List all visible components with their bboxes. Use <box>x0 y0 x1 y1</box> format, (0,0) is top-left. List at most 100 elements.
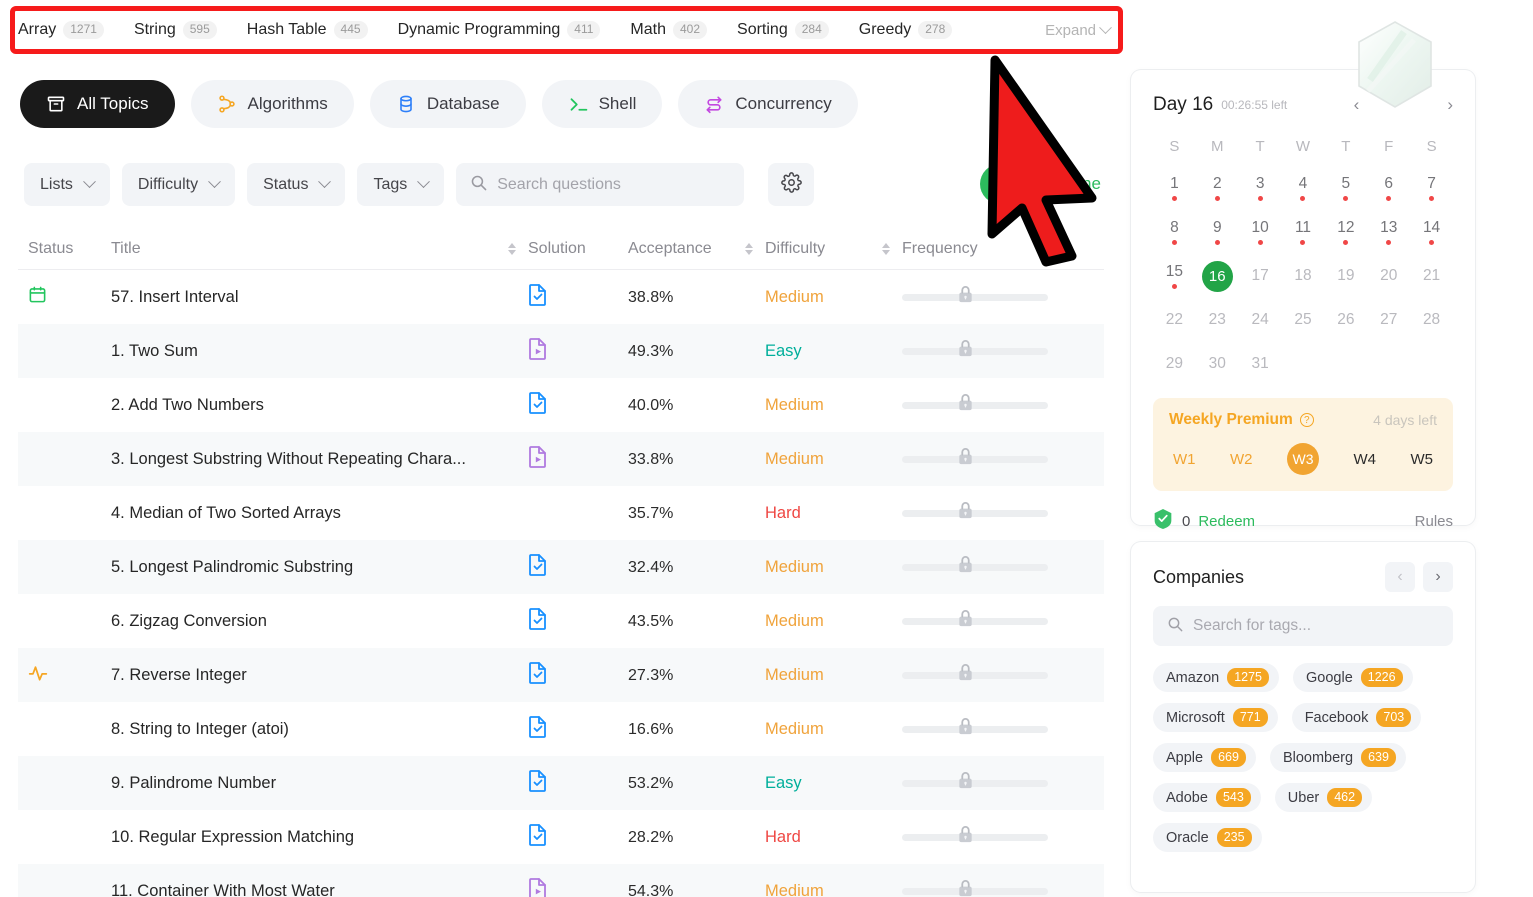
table-row[interactable]: 3. Longest Substring Without Repeating C… <box>18 432 1104 486</box>
company-search-box[interactable] <box>1153 606 1453 646</box>
calendar-day-cell[interactable]: 31 <box>1239 344 1282 384</box>
topic-tag[interactable]: Dynamic Programming 411 <box>398 18 615 42</box>
frequency-bar-locked[interactable] <box>902 340 1048 357</box>
rules-link[interactable]: Rules <box>1415 513 1453 530</box>
companies-next-button[interactable]: › <box>1423 562 1453 592</box>
table-row[interactable]: 7. Reverse Integer 27.3% Medium <box>18 648 1104 702</box>
frequency-bar-locked[interactable] <box>902 718 1048 735</box>
redeem-link[interactable]: Redeem <box>1198 513 1255 530</box>
company-tag[interactable]: Apple 669 <box>1153 743 1256 772</box>
pick-one-button[interactable]: Pick One <box>980 164 1101 204</box>
calendar-day-cell[interactable]: 25 <box>1282 300 1325 340</box>
table-row[interactable]: 9. Palindrome Number 53.2% Easy <box>18 756 1104 810</box>
calendar-day-cell[interactable]: 16 <box>1196 256 1239 296</box>
company-tag[interactable]: Google 1226 <box>1293 663 1413 692</box>
calendar-day-cell[interactable]: 28 <box>1410 300 1453 340</box>
calendar-day-cell[interactable]: 17 <box>1239 256 1282 296</box>
problem-title-link[interactable]: 8. String to Integer (atoi) <box>111 720 289 738</box>
calendar-day-cell[interactable]: 23 <box>1196 300 1239 340</box>
company-search-input[interactable] <box>1193 617 1439 635</box>
calendar-day-cell[interactable]: 4 <box>1282 168 1325 208</box>
problem-title-link[interactable]: 1. Two Sum <box>111 342 198 360</box>
calendar-day-cell[interactable]: 19 <box>1324 256 1367 296</box>
problem-title-link[interactable]: 11. Container With Most Water <box>111 882 335 897</box>
companies-prev-button[interactable]: ‹ <box>1385 562 1415 592</box>
frequency-bar-locked[interactable] <box>902 448 1048 465</box>
calendar-day-cell[interactable]: 13 <box>1367 212 1410 252</box>
problem-title-link[interactable]: 9. Palindrome Number <box>111 774 276 792</box>
company-tag[interactable]: Bloomberg 639 <box>1269 743 1406 772</box>
problem-title-link[interactable]: 7. Reverse Integer <box>111 666 247 684</box>
calendar-day-cell[interactable]: 30 <box>1196 344 1239 384</box>
problem-title-link[interactable]: 10. Regular Expression Matching <box>111 828 354 846</box>
frequency-bar-locked[interactable] <box>902 286 1048 303</box>
doc-check-icon[interactable] <box>528 283 548 311</box>
topic-tag[interactable]: Sorting 284 <box>737 18 843 42</box>
calendar-day-cell[interactable]: 29 <box>1153 344 1196 384</box>
doc-check-icon[interactable] <box>528 769 548 797</box>
category-pill-all-topics[interactable]: All Topics <box>20 80 175 128</box>
sort-difficulty-button[interactable] <box>882 242 890 255</box>
frequency-bar-locked[interactable] <box>902 772 1048 789</box>
frequency-bar-locked[interactable] <box>902 826 1048 843</box>
table-row[interactable]: 8. String to Integer (atoi) 16.6% Medium <box>18 702 1104 756</box>
table-row[interactable]: 57. Insert Interval 38.8% Medium <box>18 270 1104 324</box>
calendar-day-cell[interactable]: 8 <box>1153 212 1196 252</box>
sort-acceptance-button[interactable] <box>745 242 753 255</box>
doc-check-icon[interactable] <box>528 607 548 635</box>
table-row[interactable]: 10. Regular Expression Matching 28.2% Hard <box>18 810 1104 864</box>
table-row[interactable]: 2. Add Two Numbers 40.0% Medium <box>18 378 1104 432</box>
calendar-day-cell[interactable]: 26 <box>1324 300 1367 340</box>
problem-title-link[interactable]: 5. Longest Palindromic Substring <box>111 558 353 576</box>
search-questions-box[interactable] <box>456 163 745 206</box>
category-pill-database[interactable]: Database <box>369 80 526 128</box>
calendar-day-cell[interactable]: 12 <box>1324 212 1367 252</box>
table-row[interactable]: 6. Zigzag Conversion 43.5% Medium <box>18 594 1104 648</box>
premium-week-w5[interactable]: W5 <box>1411 451 1434 468</box>
calendar-day-cell[interactable]: 9 <box>1196 212 1239 252</box>
calendar-day-cell[interactable]: 20 <box>1367 256 1410 296</box>
calendar-day-cell[interactable]: 21 <box>1410 256 1453 296</box>
calendar-day-cell[interactable]: 15 <box>1153 256 1196 296</box>
calendar-next-button[interactable]: › <box>1447 95 1453 115</box>
premium-week-w1[interactable]: W1 <box>1173 451 1196 468</box>
doc-check-icon[interactable] <box>528 715 548 743</box>
topic-tag[interactable]: String 595 <box>134 18 231 42</box>
calendar-day-cell[interactable]: 1 <box>1153 168 1196 208</box>
calendar-day-cell[interactable]: 10 <box>1239 212 1282 252</box>
table-row[interactable]: 1. Two Sum 49.3% Easy <box>18 324 1104 378</box>
frequency-bar-locked[interactable] <box>902 502 1048 519</box>
calendar-day-cell[interactable]: 18 <box>1282 256 1325 296</box>
category-pill-algorithms[interactable]: Algorithms <box>190 80 354 128</box>
frequency-bar-locked[interactable] <box>902 880 1048 897</box>
expand-topics-button[interactable]: Expand <box>1045 20 1116 39</box>
calendar-day-cell[interactable]: 6 <box>1367 168 1410 208</box>
premium-week-w2[interactable]: W2 <box>1230 451 1253 468</box>
premium-week-w3[interactable]: W3 <box>1287 443 1319 475</box>
calendar-day-cell[interactable]: 11 <box>1282 212 1325 252</box>
frequency-bar-locked[interactable] <box>902 556 1048 573</box>
calendar-day-cell[interactable]: 5 <box>1324 168 1367 208</box>
frequency-bar-locked[interactable] <box>902 664 1048 681</box>
topic-tag[interactable]: Hash Table 445 <box>247 18 382 42</box>
help-icon[interactable]: ? <box>1299 413 1314 427</box>
problem-title-link[interactable]: 2. Add Two Numbers <box>111 396 264 414</box>
calendar-day-cell[interactable]: 3 <box>1239 168 1282 208</box>
company-tag[interactable]: Uber 462 <box>1274 783 1373 812</box>
doc-check-icon[interactable] <box>528 661 548 689</box>
table-row[interactable]: 11. Container With Most Water 54.3% Medium <box>18 864 1104 897</box>
doc-play-icon[interactable] <box>528 877 548 897</box>
frequency-bar-locked[interactable] <box>902 394 1048 411</box>
sort-title-button[interactable] <box>508 242 516 255</box>
doc-check-icon[interactable] <box>528 553 548 581</box>
category-pill-shell[interactable]: Shell <box>541 80 663 128</box>
problem-title-link[interactable]: 4. Median of Two Sorted Arrays <box>111 504 341 522</box>
topic-tag[interactable]: Math 402 <box>630 18 721 42</box>
doc-check-icon[interactable] <box>528 391 548 419</box>
company-tag[interactable]: Amazon 1275 <box>1153 663 1280 692</box>
doc-play-icon[interactable] <box>528 445 548 473</box>
problem-title-link[interactable]: 6. Zigzag Conversion <box>111 612 267 630</box>
calendar-day-cell[interactable]: 27 <box>1367 300 1410 340</box>
company-tag[interactable]: Microsoft 771 <box>1153 703 1278 732</box>
calendar-day-cell[interactable]: 22 <box>1153 300 1196 340</box>
